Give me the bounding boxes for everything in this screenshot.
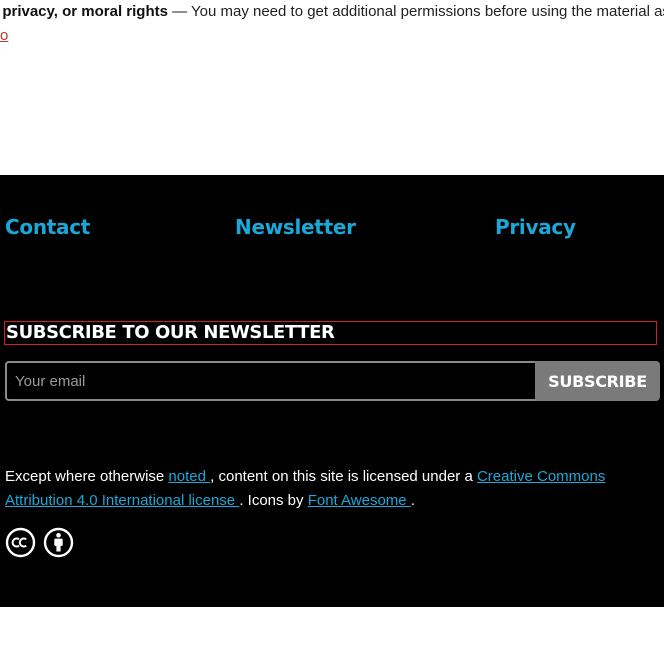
- font-awesome-link[interactable]: Font Awesome: [308, 492, 411, 509]
- license-part3: . Icons by: [239, 492, 308, 509]
- footer-link-privacy[interactable]: Privacy: [495, 215, 576, 239]
- email-input[interactable]: [5, 361, 537, 401]
- license-text: Except where otherwise noted , content o…: [5, 465, 625, 513]
- rights-note: , privacy, or moral rights — You may nee…: [0, 3, 664, 21]
- license-part4: .: [410, 492, 415, 509]
- license-part2: , content on this site is licensed under…: [210, 468, 477, 485]
- rights-note-rest: — You may need to get additional permiss…: [167, 3, 664, 20]
- site-footer: Contact Newsletter Privacy SUBSCRIBE TO …: [0, 175, 664, 607]
- rights-note-bold: , privacy, or moral rights: [0, 3, 168, 20]
- newsletter-heading: SUBSCRIBE TO OUR NEWSLETTER: [4, 321, 657, 345]
- noted-link[interactable]: noted: [168, 468, 210, 485]
- footer-link-newsletter[interactable]: Newsletter: [235, 215, 356, 239]
- subscribe-button[interactable]: SUBSCRIBE: [535, 361, 660, 401]
- creative-commons-icon[interactable]: [5, 527, 36, 558]
- footer-link-contact[interactable]: Contact: [5, 215, 90, 239]
- attribution-icon[interactable]: [43, 527, 74, 558]
- license-part1: Except where otherwise: [5, 468, 169, 485]
- license-icons: [5, 527, 74, 558]
- learn-more-link[interactable]: o: [0, 27, 8, 45]
